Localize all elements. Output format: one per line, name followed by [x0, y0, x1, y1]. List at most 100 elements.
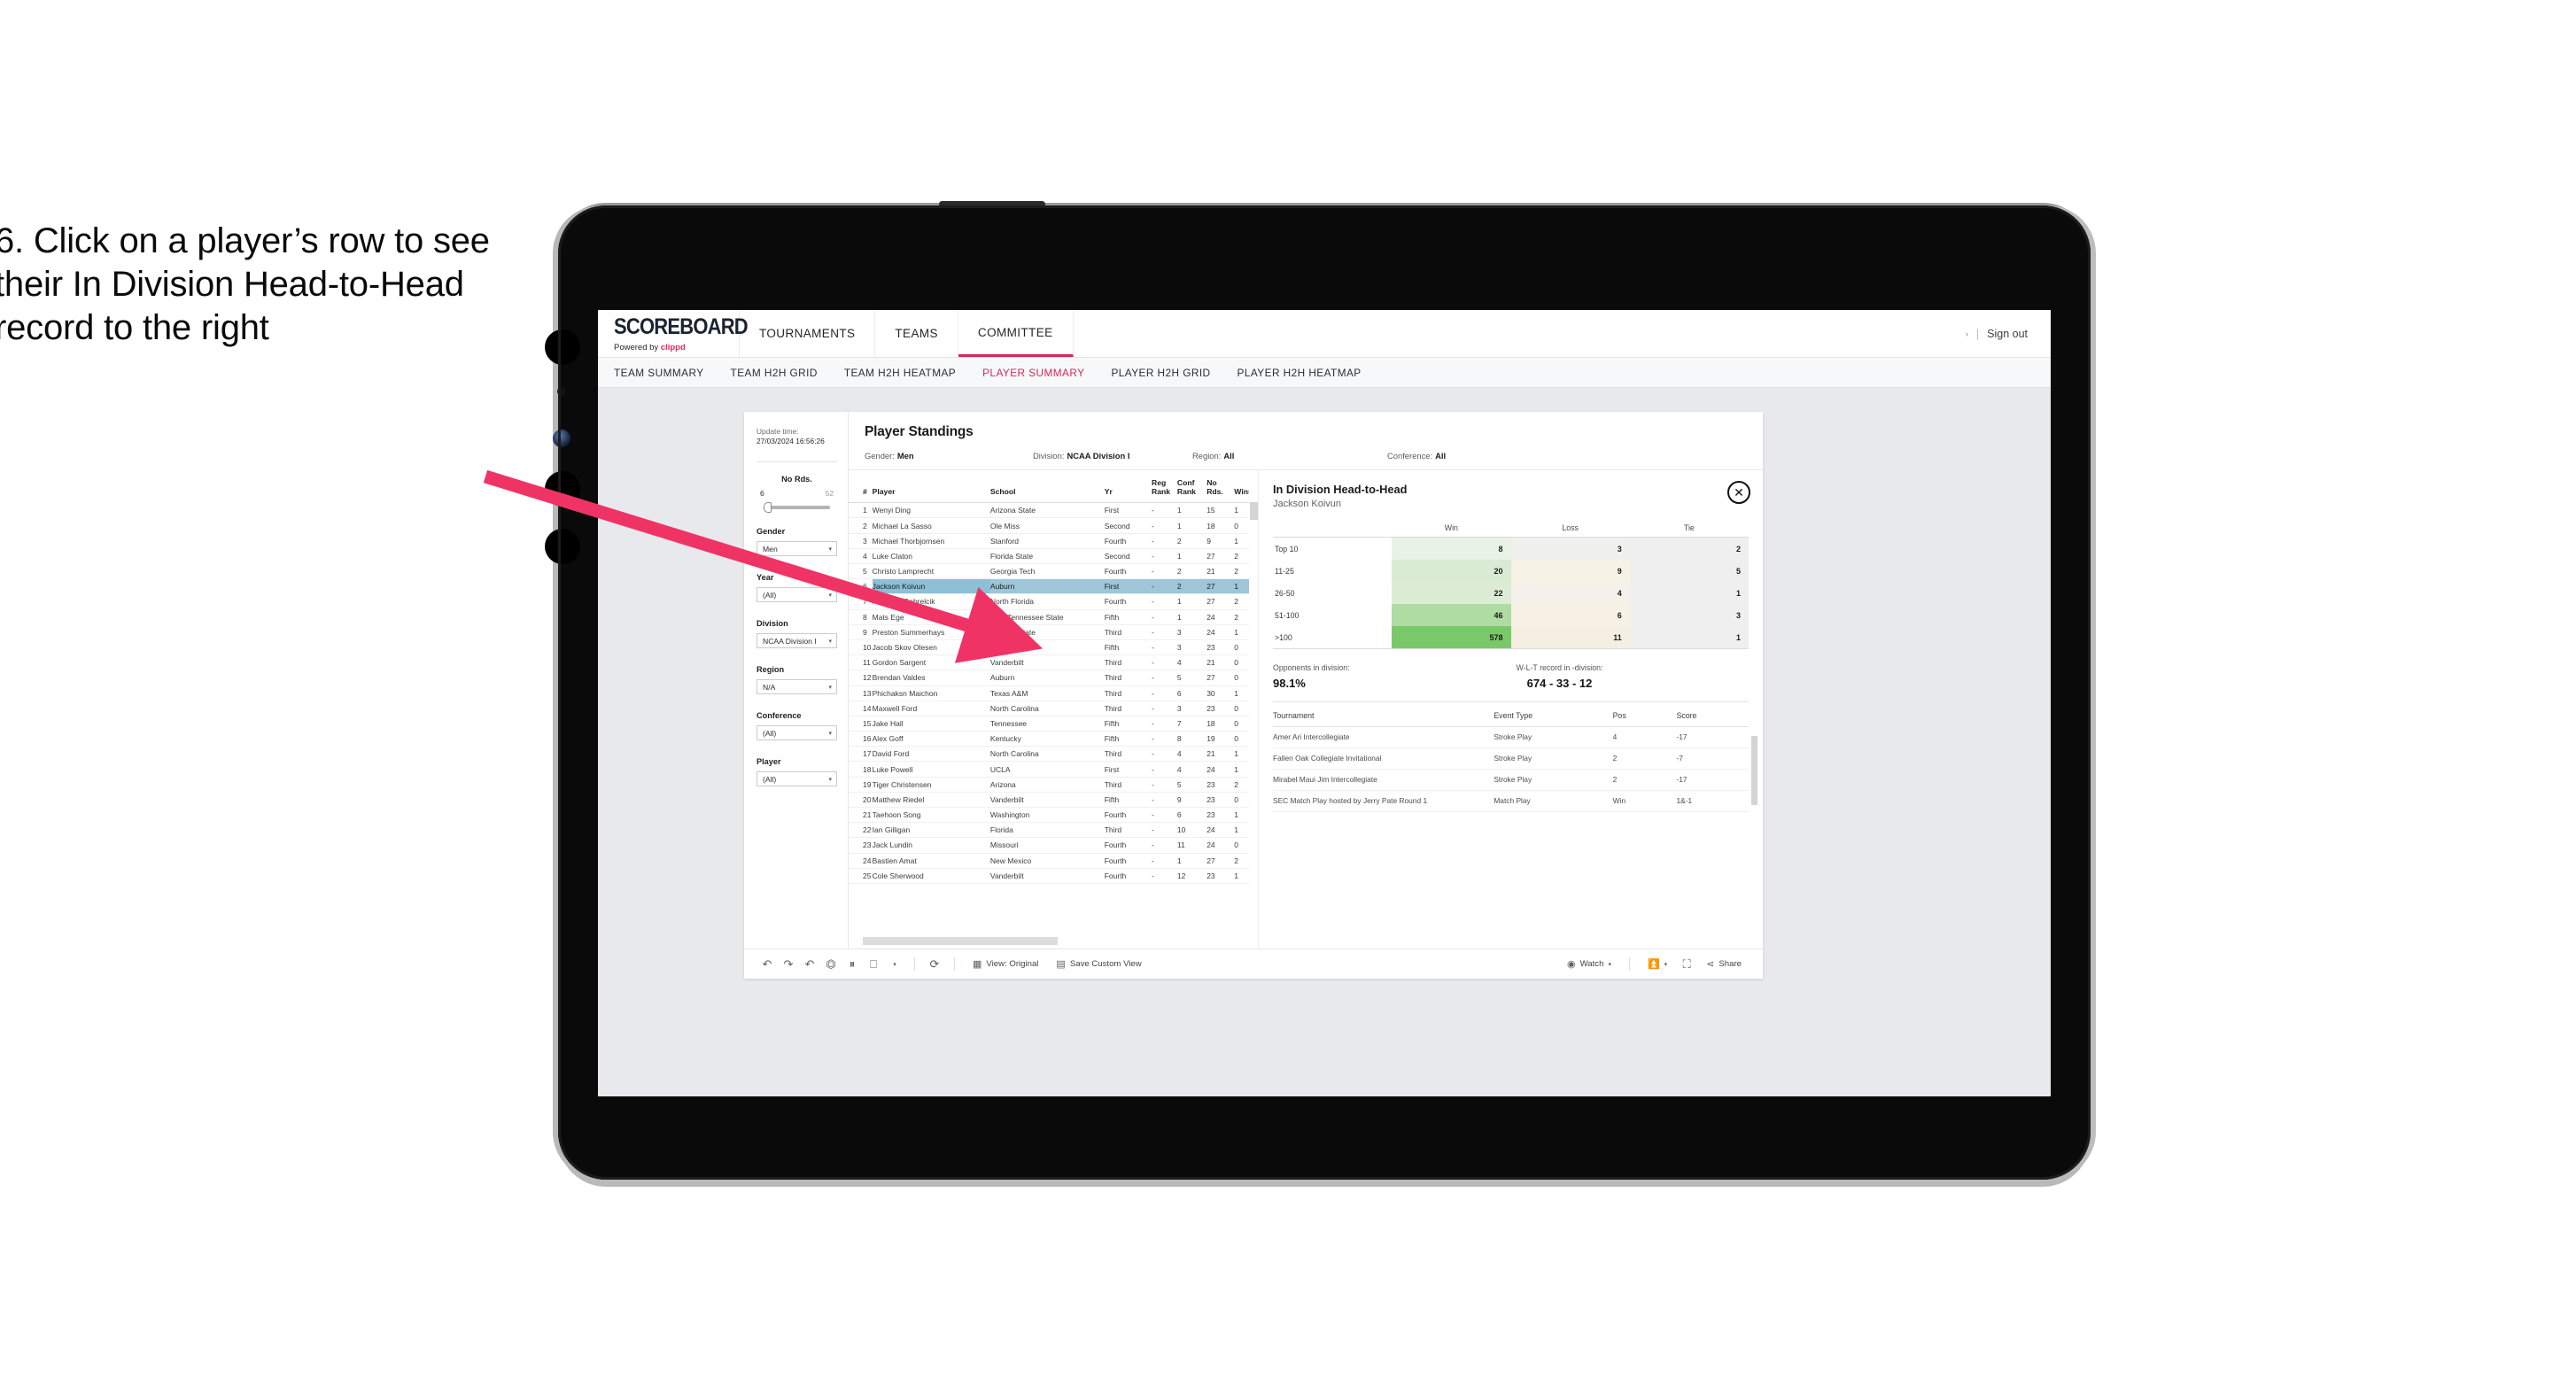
table-row[interactable]: 13 Phichaksn Maichon Texas A&M Third -6 30 1 [849, 685, 1258, 701]
table-row[interactable]: 15 Jake Hall Tennessee Fifth -7 18 0 [849, 716, 1258, 732]
filter-division-select[interactable]: NCAA Division I ▾ [757, 633, 837, 649]
pause-icon[interactable]: ⏸ [842, 957, 863, 972]
filter-gender-select[interactable]: Men ▾ [757, 541, 837, 557]
table-row[interactable]: 9 Preston Summerhays Arizona State Third -3 2… [849, 624, 1258, 640]
table-row[interactable]: 19 Tiger Christensen Arizona Third -5 23 2 [849, 777, 1258, 793]
watch-button[interactable]: ◉ Watch ▾ [1558, 958, 1620, 970]
table-row[interactable]: 18 Luke Powell UCLA First -4 24 1 [849, 761, 1258, 778]
chevron-down-icon[interactable]: ▾ [884, 961, 905, 968]
h2h-row-label: 26-50 [1275, 588, 1295, 598]
col-event-type[interactable]: Event Type [1494, 704, 1613, 727]
col-tournament[interactable]: Tournament [1273, 704, 1494, 727]
nav-teams[interactable]: TEAMS [875, 310, 958, 357]
col-conf-rank[interactable]: Conf Rank [1176, 477, 1207, 504]
player-year: Third [1104, 701, 1152, 716]
subnav-team-h2h-heatmap[interactable]: TEAM H2H HEATMAP [844, 367, 956, 379]
player-no-rds: 24 [1207, 837, 1235, 854]
table-row[interactable]: 24 Bastien Amat New Mexico Fourth -1 27 2 [849, 853, 1258, 869]
table-row[interactable]: 5 Christo Lamprecht Georgia Tech Fourth -2 21… [849, 563, 1258, 580]
col-score[interactable]: Score [1676, 704, 1749, 727]
player-school: North Florida [989, 593, 1105, 610]
player-school: Arizona State [989, 624, 1105, 640]
player-rank: 23 [849, 837, 873, 854]
subnav-team-h2h-grid[interactable]: TEAM H2H GRID [731, 367, 818, 379]
player-reg-rank: - [1152, 563, 1177, 580]
table-horizontal-scrollbar[interactable] [863, 937, 1058, 945]
h2h-loss-cell: 11 [1510, 626, 1630, 649]
chevron-right-icon[interactable]: › [1966, 329, 1968, 338]
nav-tournaments[interactable]: TOURNAMENTS [740, 310, 876, 357]
table-row[interactable]: 21 Taehoon Song Washington Fourth -6 23 1 [849, 807, 1258, 824]
table-row[interactable]: 22 Ian Gilligan Florida Third -10 24 1 [849, 822, 1258, 839]
brand-logo[interactable]: SCOREBOARD Powered by clippd [598, 310, 749, 357]
filter-year-select[interactable]: (All) ▾ [757, 587, 837, 603]
col-reg-rank[interactable]: Reg Rank [1152, 477, 1177, 504]
highlight-icon[interactable]: ⎕ [863, 957, 884, 972]
table-row[interactable]: 17 David Ford North Carolina Third -4 21 1 [849, 746, 1258, 763]
h2h-loss-cell: 9 [1510, 560, 1630, 582]
clock-icon[interactable]: ⟳ [924, 957, 945, 972]
tournament-event-type: Stroke Play [1494, 726, 1613, 748]
subnav-player-h2h-grid[interactable]: PLAYER H2H GRID [1111, 367, 1210, 379]
player-name: Brendan Valdes [872, 670, 990, 686]
tournaments-scrollbar[interactable] [1751, 736, 1757, 805]
col-school[interactable]: School [989, 477, 1105, 504]
table-row[interactable]: 20 Matthew Riedel Vanderbilt Fifth -9 23 0 [849, 792, 1258, 809]
player-name: Michael La Sasso [872, 517, 990, 534]
no-rds-slider-handle[interactable] [764, 502, 772, 514]
save-custom-view-button[interactable]: ▤ Save Custom View [1047, 958, 1150, 970]
table-row[interactable]: 3 Michael Thorbjornsen Stanford Fourth -2 9 1 [849, 533, 1258, 549]
brand-subtitle: Powered by clippd [614, 343, 739, 352]
nav-committee[interactable]: COMMITTEE [958, 310, 1074, 357]
col-rank[interactable]: # [849, 477, 873, 504]
table-row[interactable]: 1 Wenyi Ding Arizona State First -1 15 1 [849, 502, 1258, 519]
filter-player-select[interactable]: (All) ▾ [757, 771, 837, 787]
player-year: Fourth [1104, 807, 1152, 824]
table-row[interactable]: 11 Gordon Sargent Vanderbilt Third -4 21 0 [849, 654, 1258, 671]
table-row[interactable]: 10 Jacob Skov Olesen Arkansas Fifth -3 23 0 [849, 639, 1258, 656]
fullscreen-icon[interactable]: ⛶ [1676, 957, 1697, 972]
sign-out-link[interactable]: Sign out [1987, 328, 2028, 340]
tournament-row[interactable]: Amer Ari Intercollegiate Stroke Play 4 -17 [1273, 726, 1749, 748]
refresh-icon[interactable]: ⏣ [820, 957, 842, 972]
account-area: › | Sign out [1966, 310, 2051, 357]
col-player[interactable]: Player [872, 477, 990, 504]
download-button[interactable]: ⏫ ▾ [1639, 958, 1676, 970]
table-row[interactable]: 14 Maxwell Ford North Carolina Third -3 23 0 [849, 701, 1258, 716]
tournament-row[interactable]: Fallen Oak Collegiate Invitational Stroke… [1273, 747, 1749, 770]
table-row[interactable]: 16 Alex Goff Kentucky Fifth -8 19 0 [849, 731, 1258, 747]
subnav-player-h2h-heatmap[interactable]: PLAYER H2H HEATMAP [1238, 367, 1362, 379]
player-conf-rank: 2 [1176, 533, 1207, 549]
table-row[interactable]: 2 Michael La Sasso Ole Miss Second -1 18 0 [849, 517, 1258, 534]
redo-icon[interactable]: ↷ [778, 957, 799, 972]
table-row[interactable]: 8 Mats Ege East Tennessee State Fifth -1 24 2 [849, 609, 1258, 625]
player-no-rds: 27 [1207, 853, 1235, 869]
subnav-player-summary[interactable]: PLAYER SUMMARY [982, 367, 1084, 379]
filter-conference-select[interactable]: (All) ▾ [757, 725, 837, 741]
close-icon[interactable]: ✕ [1727, 481, 1750, 504]
revert-icon[interactable]: ↶ [799, 957, 820, 972]
player-name: Mats Ege [872, 609, 990, 625]
tournament-row[interactable]: SEC Match Play hosted by Jerry Pate Roun… [1273, 790, 1749, 812]
table-row[interactable]: 12 Brendan Valdes Auburn Third -5 27 0 [849, 670, 1258, 686]
subnav-team-summary[interactable]: TEAM SUMMARY [614, 367, 704, 379]
view-original-button[interactable]: ▦ View: Original [964, 958, 1047, 970]
table-row[interactable]: 4 Luke Claton Florida State Second -1 27 2 [849, 548, 1258, 565]
table-row[interactable]: 6 Jackson Koivun Auburn First -2 27 1 [849, 578, 1258, 595]
col-pos[interactable]: Pos [1612, 704, 1677, 727]
tournament-score: -17 [1676, 726, 1749, 748]
share-button[interactable]: ⋖ Share [1697, 958, 1750, 970]
col-yr[interactable]: Yr [1104, 477, 1152, 504]
filter-region-select[interactable]: N/A ▾ [757, 679, 837, 695]
tournament-row[interactable]: Mirabel Maui Jim Intercollegiate Stroke P… [1273, 769, 1749, 791]
tablet-top-button [939, 201, 1045, 207]
table-vertical-scrollbar[interactable] [1250, 502, 1258, 520]
table-row[interactable]: 7 Nicholas Gabrelcik North Florida Fourth -1… [849, 593, 1258, 610]
undo-icon[interactable]: ↶ [757, 957, 778, 972]
col-no-rds[interactable]: No Rds. [1207, 477, 1235, 504]
player-school: Ole Miss [989, 517, 1105, 534]
no-rds-slider-track[interactable] [764, 502, 830, 514]
table-row[interactable]: 25 Cole Sherwood Vanderbilt Fourth -12 23 1 [849, 868, 1258, 884]
h2h-row-label: 51-100 [1275, 610, 1300, 620]
table-row[interactable]: 23 Jack Lundin Missouri Fourth -11 24 0 [849, 837, 1258, 854]
